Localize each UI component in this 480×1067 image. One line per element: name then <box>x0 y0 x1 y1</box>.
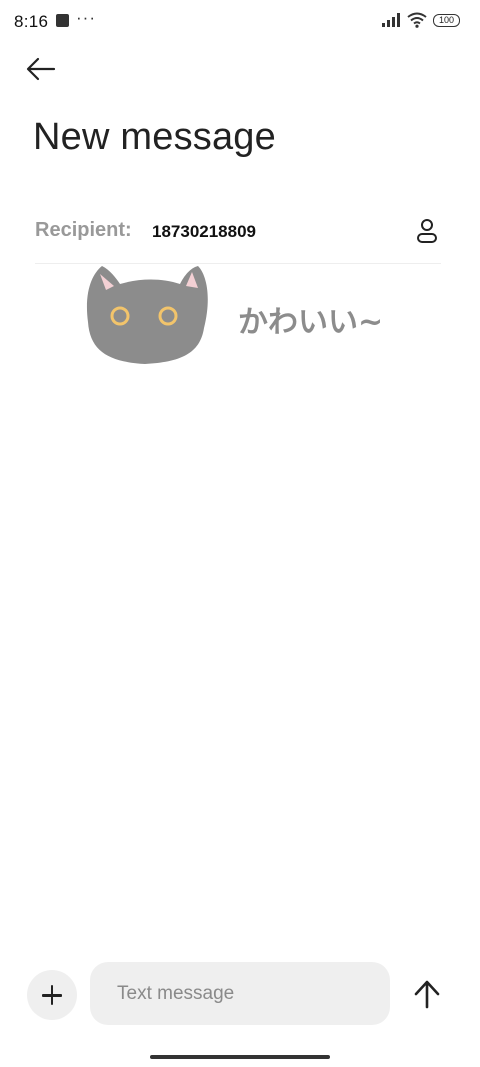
recipient-row[interactable]: Recipient: 18730218809 <box>35 213 441 251</box>
add-attachment-button[interactable] <box>27 970 77 1020</box>
send-arrow-icon[interactable] <box>411 978 443 1010</box>
battery-level: 100 <box>438 15 455 25</box>
home-indicator[interactable] <box>150 1055 330 1059</box>
back-arrow-icon[interactable] <box>24 56 58 82</box>
recipient-number[interactable]: 18730218809 <box>152 222 256 242</box>
notification-icon <box>56 14 69 27</box>
battery-icon: 100 <box>433 14 460 27</box>
cat-sticker[interactable]: かわいい~ <box>80 262 410 372</box>
recipient-label: Recipient: <box>35 219 132 241</box>
status-time: 8:16 <box>14 12 49 31</box>
sticker-caption: かわいい~ <box>238 305 383 340</box>
signal-icon <box>382 13 400 27</box>
status-bar: 8:16 ··· 100 <box>0 0 480 44</box>
more-notifications-icon: ··· <box>76 8 96 27</box>
contact-picker-icon[interactable] <box>415 217 439 245</box>
message-input[interactable] <box>90 962 390 1025</box>
wifi-icon <box>407 12 427 28</box>
cat-icon <box>86 266 208 364</box>
page-title: New message <box>33 116 276 158</box>
